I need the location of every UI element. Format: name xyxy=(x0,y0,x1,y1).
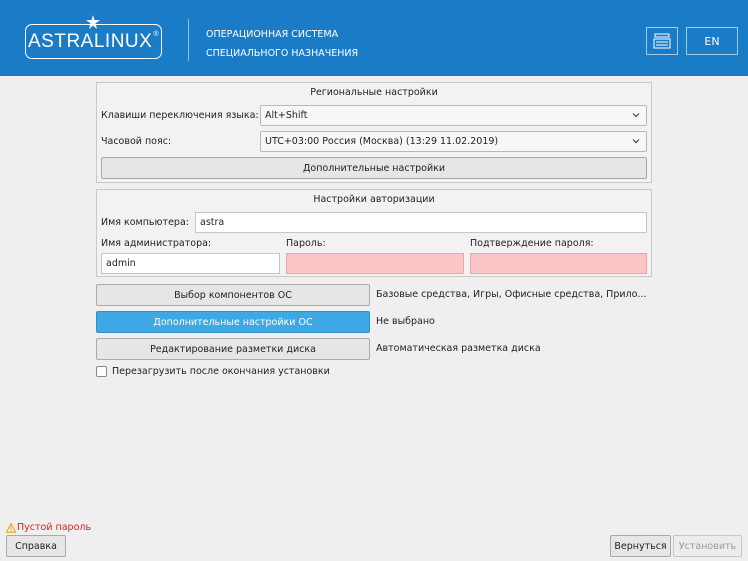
keyboard-layout-button[interactable] xyxy=(646,27,678,55)
warning-text: Пустой пароль xyxy=(17,522,92,533)
disk-partition-value: Автоматическая разметка диска xyxy=(376,343,541,354)
regional-settings-title: Региональные настройки xyxy=(310,87,438,98)
header-divider xyxy=(188,19,189,61)
keyboard-icon xyxy=(653,33,671,49)
subtitle-line-1: ОПЕРАЦИОННАЯ СИСТЕМА xyxy=(206,29,339,40)
install-button[interactable]: Установить xyxy=(673,535,742,557)
reboot-checkbox[interactable] xyxy=(96,366,107,377)
header-subtitle: ОПЕРАЦИОННАЯ СИСТЕМА СПЕЦИАЛЬНОГО НАЗНАЧ… xyxy=(206,25,358,63)
header-bar: ASTRALINUX® ОПЕРАЦИОННАЯ СИСТЕМА СПЕЦИАЛ… xyxy=(0,0,748,76)
password-label: Пароль: xyxy=(286,238,326,249)
lang-switch-select[interactable]: Alt+Shift xyxy=(260,105,647,126)
admin-name-input[interactable]: admin xyxy=(101,253,280,274)
timezone-label: Часовой пояс: xyxy=(101,136,172,147)
os-components-value: Базовые средства, Игры, Офисные средства… xyxy=(376,289,647,300)
regional-settings-group: Региональные настройки Клавиши переключе… xyxy=(96,82,652,183)
hostname-label: Имя компьютера: xyxy=(101,217,189,228)
hostname-value: astra xyxy=(200,217,225,228)
chevron-down-icon xyxy=(632,139,640,144)
os-components-button[interactable]: Выбор компонентов ОС xyxy=(96,284,370,306)
help-button[interactable]: Справка xyxy=(6,535,66,557)
extra-settings-button[interactable]: Дополнительные настройки xyxy=(101,157,647,179)
logo-text: ASTRALINUX xyxy=(28,30,153,52)
language-button[interactable]: EN xyxy=(686,27,738,55)
admin-name-label: Имя администратора: xyxy=(101,238,212,249)
timezone-select[interactable]: UTC+03:00 Россия (Москва) (13:29 11.02.2… xyxy=(260,131,647,152)
lang-switch-label: Клавиши переключения языка: xyxy=(101,110,259,121)
hostname-input[interactable]: astra xyxy=(195,212,647,233)
password-warning: Пустой пароль xyxy=(6,522,91,533)
disk-partition-button[interactable]: Редактирование разметки диска xyxy=(96,338,370,360)
back-button[interactable]: Вернуться xyxy=(610,535,671,557)
lang-switch-value: Alt+Shift xyxy=(265,110,308,121)
os-extra-settings-value: Не выбрано xyxy=(376,316,435,327)
reboot-label: Перезагрузить после окончания установки xyxy=(112,366,330,377)
subtitle-line-2: СПЕЦИАЛЬНОГО НАЗНАЧЕНИЯ xyxy=(206,48,359,59)
chevron-down-icon xyxy=(632,113,640,118)
logo-registered-mark: ® xyxy=(153,30,159,38)
timezone-value: UTC+03:00 Россия (Москва) (13:29 11.02.2… xyxy=(265,136,499,147)
star-icon xyxy=(86,15,100,29)
admin-name-value: admin xyxy=(106,258,136,269)
warning-icon xyxy=(6,522,16,533)
confirm-password-label: Подтверждение пароля: xyxy=(470,238,594,249)
auth-settings-title: Настройки авторизации xyxy=(313,194,435,205)
password-input[interactable] xyxy=(286,253,464,274)
confirm-password-input[interactable] xyxy=(470,253,647,274)
astralinux-logo: ASTRALINUX® xyxy=(25,15,162,59)
auth-settings-group: Настройки авторизации Имя компьютера: as… xyxy=(96,189,652,277)
os-extra-settings-button[interactable]: Дополнительные настройки ОС xyxy=(96,311,370,333)
